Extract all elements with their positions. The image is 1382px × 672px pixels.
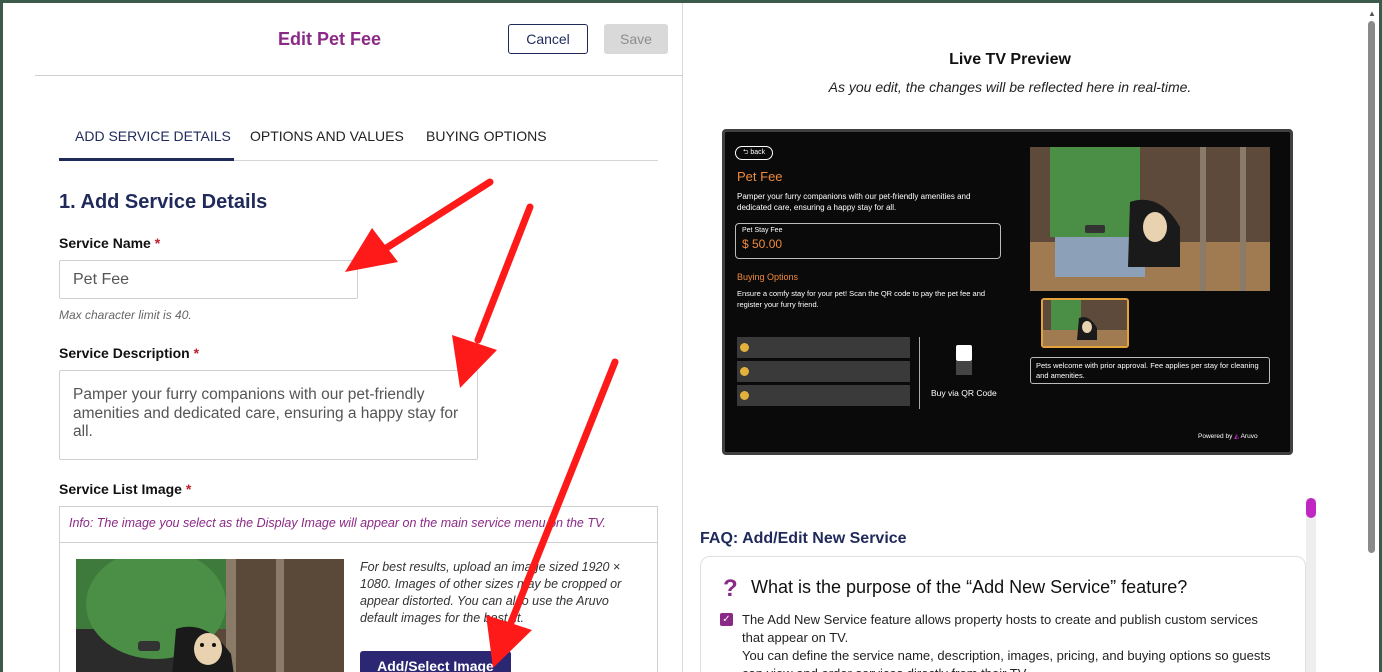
image-size-tip: For best results, upload an image sized … [360,560,622,625]
tv-option-row [737,337,910,358]
service-image-box: Info: The image you select as the Displa… [59,506,658,672]
character-limit-hint: Max character limit is 40. [59,308,192,322]
live-preview-panel: Live TV Preview As you edit, the changes… [684,3,1379,672]
page-title: Edit Pet Fee [278,29,382,49]
qr-code-icon [956,345,972,361]
image-info-text: Info: The image you select as the Displa… [60,507,657,543]
required-mark: * [193,345,200,361]
tv-separator [919,337,920,409]
tv-option-row [737,361,910,382]
tv-service-title: Pet Fee [737,169,783,184]
required-mark: * [185,481,192,497]
option-dot-icon [740,343,749,352]
qr-code-slot [956,361,972,375]
panel-scrollbar-thumb[interactable] [1368,21,1375,553]
service-name-input[interactable]: Pet Fee [59,260,358,299]
header-divider [35,75,683,76]
edit-service-modal: Edit Pet Fee Cancel Save ADD SERVICE DET… [3,3,1379,672]
service-description-textarea[interactable]: Pamper your furry companions with our pe… [59,370,478,460]
faq-card: ? What is the purpose of the “Add New Se… [700,556,1306,672]
cancel-button[interactable]: Cancel [508,24,588,54]
faq-question[interactable]: What is the purpose of the “Add New Serv… [751,577,1187,598]
add-select-image-button[interactable]: Add/Select Image [360,651,511,672]
aruvo-logo-icon: ◭ [1234,433,1240,440]
required-mark: * [154,235,161,251]
tab-add-service-details[interactable]: ADD SERVICE DETAILS [75,128,231,144]
panel-scrollbar[interactable]: ▲ [1364,3,1379,672]
faq-scrollbar[interactable] [1306,498,1316,672]
checkbox-checked-icon: ✓ [720,613,733,626]
active-tab-indicator [59,158,234,161]
section-title: 1. Add Service Details [59,191,268,213]
faq-scrollbar-thumb[interactable] [1306,498,1316,518]
faq-title: FAQ: Add/Edit New Service [700,530,907,547]
tv-back-button: ⮌ back [735,146,773,160]
tv-powered-by: Powered by ◭ Aruvo [1198,433,1258,440]
preview-title: Live TV Preview [949,51,1071,68]
question-icon: ? [723,575,738,602]
scroll-up-icon[interactable]: ▲ [1368,9,1376,18]
tv-fee-box: Pet Stay Fee $ 50.00 [735,223,1001,259]
preview-subtitle: As you edit, the changes will be reflect… [828,79,1192,95]
service-list-image-label: Service List Image * [59,481,192,497]
tab-options-and-values[interactable]: OPTIONS AND VALUES [250,128,404,144]
option-dot-icon [740,367,749,376]
tab-buying-options[interactable]: BUYING OPTIONS [426,128,547,144]
save-button[interactable]: Save [604,24,668,54]
tv-note: Pets welcome with prior approval. Fee ap… [1030,357,1270,384]
tv-buying-options-description: Ensure a comfy stay for your pet! Scan t… [737,289,986,309]
faq-answer: The Add New Service feature allows prope… [742,612,1271,672]
tv-thumbnail-selected [1041,298,1129,348]
service-name-label: Service Name * [59,235,161,251]
edit-form-panel: Edit Pet Fee Cancel Save ADD SERVICE DET… [3,3,683,672]
tv-service-description: Pamper your furry companions with our pe… [737,192,971,212]
tv-buying-options-title: Buying Options [737,272,799,282]
service-image-thumbnail [76,559,344,672]
tv-fee-value: $ 50.00 [742,237,783,251]
option-dot-icon [740,391,749,400]
tv-qr-label: Buy via QR Code [931,388,997,398]
tv-fee-label: Pet Stay Fee [742,227,783,234]
tv-preview: ⮌ back Pet Fee Pamper your furry compani… [722,129,1293,455]
tv-option-row [737,385,910,406]
service-description-label: Service Description * [59,345,200,361]
tv-main-image [1030,147,1270,291]
